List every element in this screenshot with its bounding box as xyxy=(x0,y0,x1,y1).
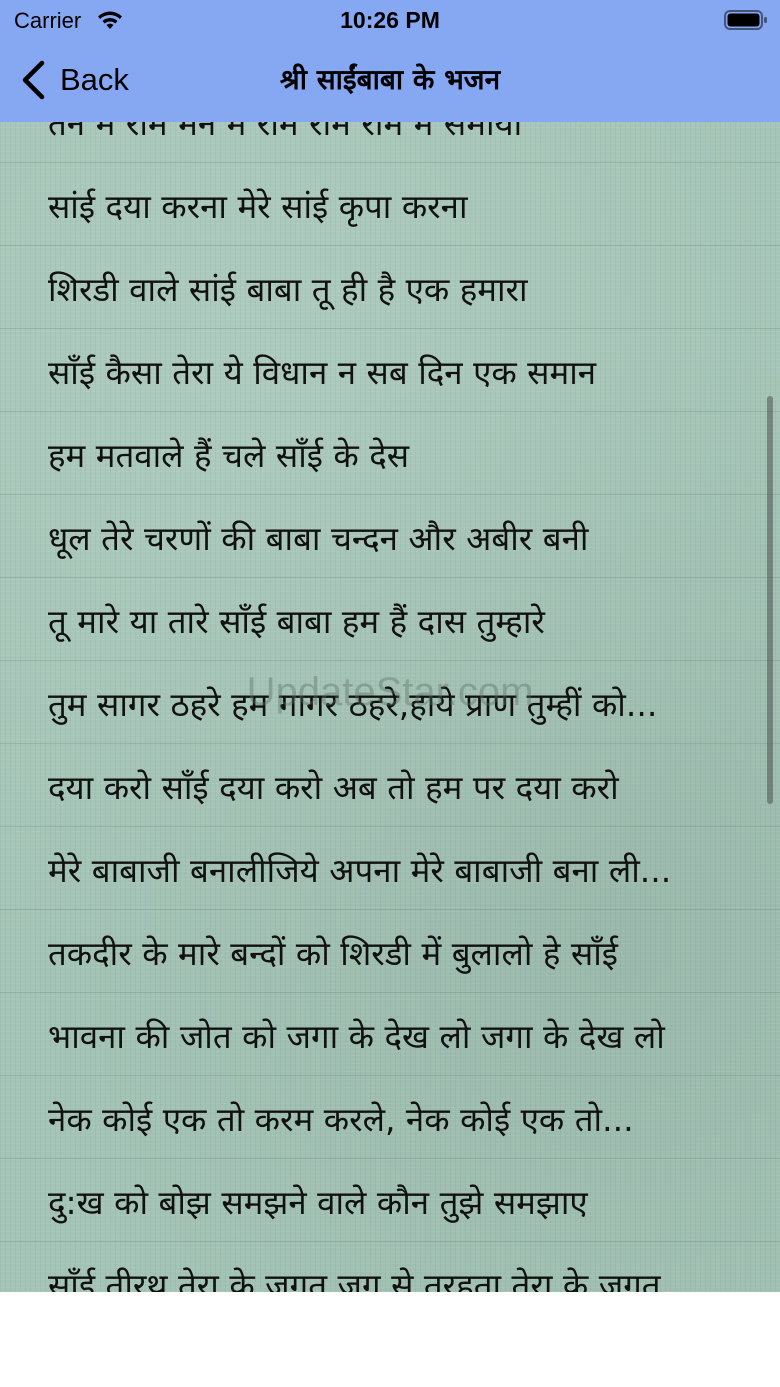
bhajan-list-view[interactable]: तन में राम मन में राम रोम रोम में समाया … xyxy=(0,122,780,1292)
list-item-label: भावना की जोत को जगा के देख लो जगा के देख… xyxy=(48,1017,665,1056)
list-item-label: धूल तेरे चरणों की बाबा चन्दन और अबीर बनी xyxy=(48,519,589,558)
list-item[interactable]: दया करो साँई दया करो अब तो हम पर दया करो xyxy=(0,744,780,827)
page-title: श्री साईंबाबा के भजन xyxy=(279,63,501,96)
list-item[interactable]: शिरडी वाले सांई बाबा तू ही है एक हमारा xyxy=(0,246,780,329)
list-item[interactable]: तकदीर के मारे बन्दों को शिरडी में बुलालो… xyxy=(0,910,780,993)
list-item[interactable]: नेक कोई एक तो करम करले, नेक कोई एक तो... xyxy=(0,1076,780,1159)
list-item-label: मेरे बाबाजी बनालीजिये अपना मेरे बाबाजी ब… xyxy=(48,851,672,890)
list-item[interactable]: सांई दया करना मेरे सांई कृपा करना xyxy=(0,163,780,246)
list-item-label: तुम सागर ठहरे हम गागर ठहरे,हाये प्राण तु… xyxy=(48,685,658,724)
list-item[interactable]: तुम सागर ठहरे हम गागर ठहरे,हाये प्राण तु… xyxy=(0,661,780,744)
top-bar: Carrier 10:26 PM Back श्री साईंबाबा के भ… xyxy=(0,0,780,122)
bhajan-list: तन में राम मन में राम रोम रोम में समाया … xyxy=(0,122,780,1292)
list-item-label: सांई दया करना मेरे सांई कृपा करना xyxy=(48,187,468,226)
list-item[interactable]: साँई तीरथ तेरा के जगत जग से तरहता तेरा क… xyxy=(0,1242,780,1292)
navigation-bar: Back श्री साईंबाबा के भजन xyxy=(0,42,780,120)
list-item[interactable]: भावना की जोत को जगा के देख लो जगा के देख… xyxy=(0,993,780,1076)
list-item-label: तन में राम मन में राम रोम रोम में समाया xyxy=(48,122,523,143)
list-item-label: शिरडी वाले सांई बाबा तू ही है एक हमारा xyxy=(48,270,528,309)
list-item-label: तकदीर के मारे बन्दों को शिरडी में बुलालो… xyxy=(48,934,618,973)
list-item[interactable]: साँई कैसा तेरा ये विधान न सब दिन एक समान xyxy=(0,329,780,412)
list-item[interactable]: हम मतवाले हैं चले साँई के देस xyxy=(0,412,780,495)
list-item-label: दु:ख को बोझ समझने वाले कौन तुझे समझाए xyxy=(48,1183,588,1222)
status-bar: Carrier 10:26 PM xyxy=(0,0,780,40)
list-item-label: नेक कोई एक तो करम करले, नेक कोई एक तो... xyxy=(48,1100,634,1139)
list-item-label: हम मतवाले हैं चले साँई के देस xyxy=(48,436,410,475)
list-item[interactable]: तन में राम मन में राम रोम रोम में समाया xyxy=(0,122,780,163)
list-item[interactable]: तू मारे या तारे साँई बाबा हम हैं दास तुम… xyxy=(0,578,780,661)
screen: Carrier 10:26 PM Back श्री साईंबाबा के भ… xyxy=(0,0,780,1387)
list-item-label: साँई तीरथ तेरा के जगत जग से तरहता तेरा क… xyxy=(48,1266,661,1292)
clock: 10:26 PM xyxy=(340,7,440,33)
list-item-label: तू मारे या तारे साँई बाबा हम हैं दास तुम… xyxy=(48,602,545,641)
bottom-area xyxy=(0,1292,780,1387)
list-item-label: साँई कैसा तेरा ये विधान न सब दिन एक समान xyxy=(48,353,597,392)
scrollbar[interactable] xyxy=(767,396,773,804)
list-item[interactable]: धूल तेरे चरणों की बाबा चन्दन और अबीर बनी xyxy=(0,495,780,578)
battery-icon xyxy=(724,10,767,30)
list-item[interactable]: दु:ख को बोझ समझने वाले कौन तुझे समझाए xyxy=(0,1159,780,1242)
list-item-label: दया करो साँई दया करो अब तो हम पर दया करो xyxy=(48,768,619,807)
list-item[interactable]: मेरे बाबाजी बनालीजिये अपना मेरे बाबाजी ब… xyxy=(0,827,780,910)
